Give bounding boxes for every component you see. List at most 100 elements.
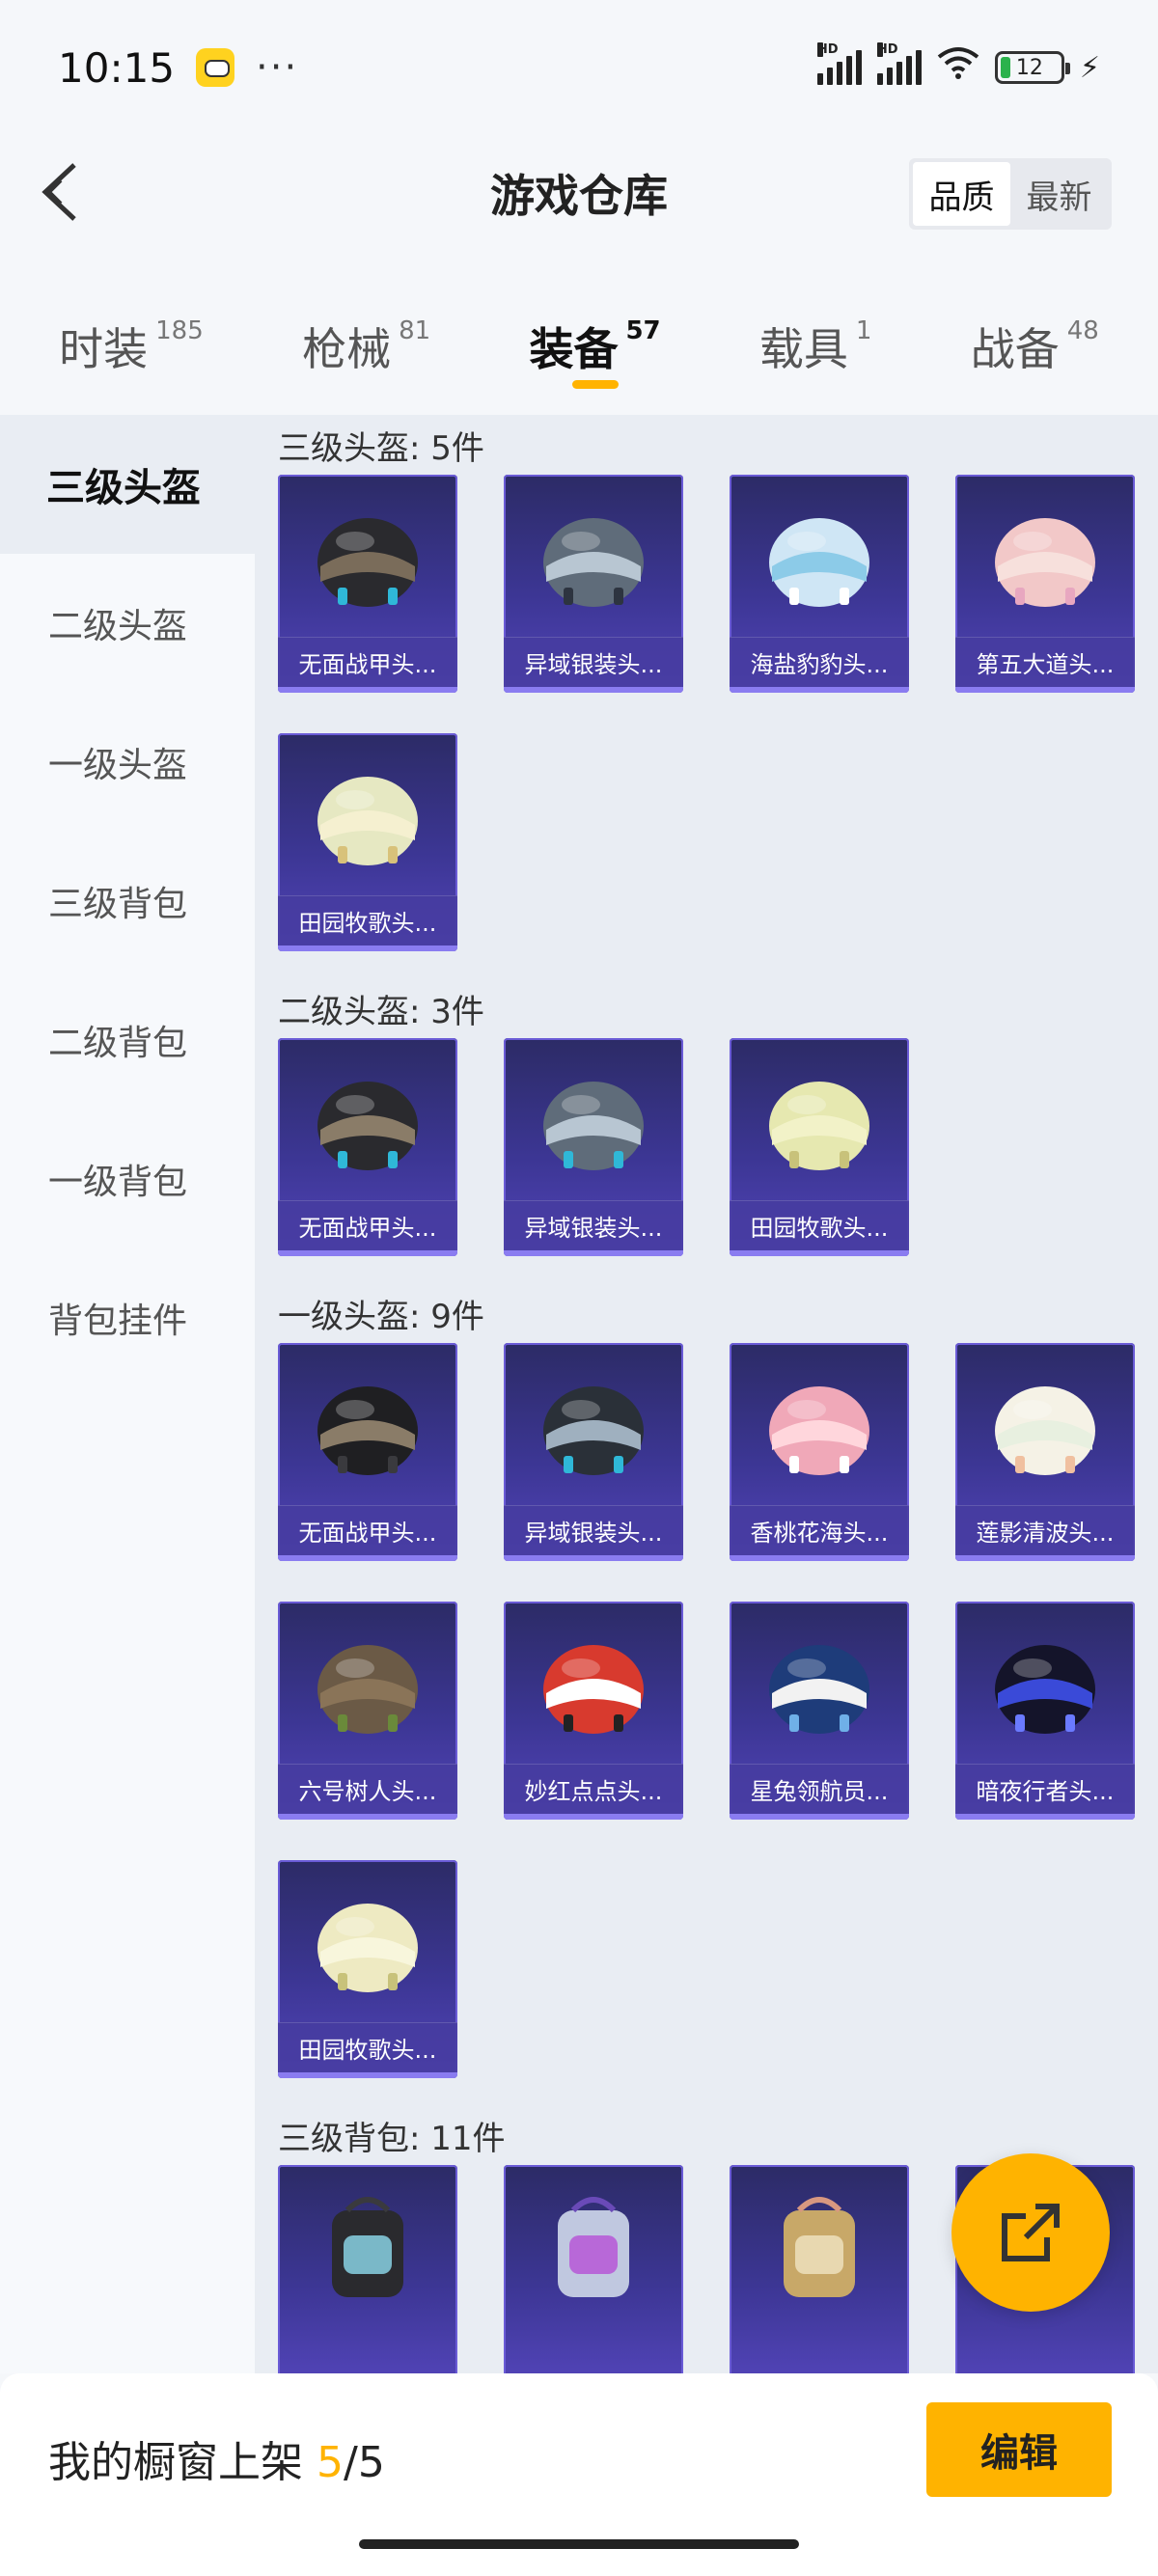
item-card[interactable] xyxy=(504,2165,683,2373)
helmet-image xyxy=(955,484,1135,629)
item-card[interactable]: 暗夜行者头... xyxy=(955,1602,1135,1820)
item-list: 三级头盔: 5件无面战甲头... 异域银装头... 海盐豹豹头... 第五大道头...… xyxy=(255,415,1158,2373)
item-card[interactable]: 无面战甲头... xyxy=(278,475,457,693)
item-name: 暗夜行者头... xyxy=(955,1764,1135,1814)
item-name: 第五大道头... xyxy=(955,637,1135,687)
tab-count: 1 xyxy=(855,316,872,345)
item-name: 六号树人头... xyxy=(278,1764,457,1814)
helmet-image xyxy=(278,1611,457,1756)
item-name: 无面战甲头... xyxy=(278,1505,457,1555)
item-grid: 无面战甲头... 异域银装头... 海盐豹豹头... 第五大道头... 田园牧歌头... xyxy=(278,475,1158,951)
item-card[interactable]: 海盐豹豹头... xyxy=(730,475,909,693)
tab-count: 185 xyxy=(155,316,204,345)
share-button[interactable] xyxy=(951,2153,1110,2312)
edit-button[interactable]: 编辑 xyxy=(926,2402,1112,2497)
sort-toggle: 品质 最新 xyxy=(909,158,1112,230)
section-title: 二级头盔: 3件 xyxy=(278,992,484,1031)
backpack-image xyxy=(278,2175,457,2319)
charging-icon: ⚡ xyxy=(1079,50,1100,85)
tab-equipment[interactable]: 装备 57 xyxy=(529,280,661,415)
tab-count: 57 xyxy=(625,316,661,345)
item-name: 异域银装头... xyxy=(504,1200,683,1250)
section-title: 三级头盔: 5件 xyxy=(278,428,484,468)
helmet-image xyxy=(278,1870,457,2014)
shelf-label: 我的橱窗上架 xyxy=(48,2438,303,2487)
sidebar-item-level3-backpack[interactable]: 三级背包 xyxy=(0,832,255,971)
external-link-icon xyxy=(1002,2204,1060,2261)
sidebar-item-level3-helmet[interactable]: 三级头盔 xyxy=(0,415,255,554)
item-name: 妙红点点头... xyxy=(504,1764,683,1814)
helmet-image xyxy=(730,484,909,629)
sidebar-item-level1-backpack[interactable]: 一级背包 xyxy=(0,1110,255,1248)
item-name: 海盐豹豹头... xyxy=(730,637,909,687)
tab-supplies[interactable]: 战备 48 xyxy=(971,280,1099,415)
item-card[interactable]: 异域银装头... xyxy=(504,1343,683,1561)
shelf-total-count: 5 xyxy=(357,2438,385,2487)
sort-by-newest-button[interactable]: 最新 xyxy=(1010,162,1108,226)
tab-vehicles[interactable]: 载具 1 xyxy=(759,280,872,415)
item-card[interactable]: 第五大道头... xyxy=(955,475,1135,693)
item-card[interactable]: 无面战甲头... xyxy=(278,1038,457,1256)
item-card[interactable]: 妙红点点头... xyxy=(504,1602,683,1820)
item-card[interactable]: 田园牧歌头... xyxy=(278,1860,457,2078)
battery-icon: 12 xyxy=(994,51,1070,84)
shelf-current-count: 5 xyxy=(317,2438,344,2487)
item-name: 香桃花海头... xyxy=(730,1505,909,1555)
item-name: 莲影清波头... xyxy=(955,1505,1135,1555)
header: 游戏仓库 品质 最新 xyxy=(0,135,1158,251)
helmet-image xyxy=(955,1353,1135,1497)
item-card[interactable]: 无面战甲头... xyxy=(278,1343,457,1561)
item-name: 异域银装头... xyxy=(504,1505,683,1555)
chevron-left-icon xyxy=(41,163,76,221)
item-card[interactable] xyxy=(730,2165,909,2373)
helmet-image xyxy=(730,1048,909,1192)
shelf-separator: / xyxy=(344,2438,358,2487)
item-card[interactable]: 莲影清波头... xyxy=(955,1343,1135,1561)
page-title: 游戏仓库 xyxy=(490,170,668,222)
helmet-image xyxy=(278,484,457,629)
item-name: 异域银装头... xyxy=(504,637,683,687)
helmet-image xyxy=(278,1048,457,1192)
bottom-bar: 我的橱窗上架 5/5 编辑 xyxy=(0,2373,1158,2576)
helmet-image xyxy=(278,743,457,888)
status-bar: 10:15 ··· HD HD 12 ⚡ xyxy=(0,0,1158,135)
helmet-image xyxy=(504,484,683,629)
item-card[interactable]: 香桃花海头... xyxy=(730,1343,909,1561)
signal-icon: HD xyxy=(816,42,862,85)
tab-active-indicator xyxy=(571,380,619,389)
item-card[interactable]: 六号树人头... xyxy=(278,1602,457,1820)
item-card[interactable]: 田园牧歌头... xyxy=(278,733,457,951)
section-title: 一级头盔: 9件 xyxy=(278,1297,484,1336)
sidebar-item-level2-backpack[interactable]: 二级背包 xyxy=(0,971,255,1110)
tab-count: 81 xyxy=(399,316,431,345)
sort-by-quality-button[interactable]: 品质 xyxy=(913,162,1010,226)
tab-count: 48 xyxy=(1066,316,1099,345)
status-indicators: HD HD 12 ⚡ xyxy=(816,42,1100,90)
helmet-image xyxy=(504,1353,683,1497)
tab-label: 枪械 xyxy=(302,323,392,375)
item-card[interactable]: 异域银装头... xyxy=(504,1038,683,1256)
item-name: 田园牧歌头... xyxy=(278,895,457,945)
item-card[interactable]: 田园牧歌头... xyxy=(730,1038,909,1256)
battery-level: 12 xyxy=(1015,55,1043,80)
back-button[interactable] xyxy=(25,158,93,226)
sidebar-item-level2-helmet[interactable]: 二级头盔 xyxy=(0,554,255,693)
tab-label: 时装 xyxy=(59,323,149,375)
tab-weapons[interactable]: 枪械 81 xyxy=(302,280,430,415)
app-notification-icon xyxy=(196,48,235,87)
category-tabs: 时装 185 枪械 81 装备 57 载具 1 战备 48 xyxy=(0,280,1158,415)
item-name: 无面战甲头... xyxy=(278,637,457,687)
tab-outfit[interactable]: 时装 185 xyxy=(59,280,204,415)
wifi-icon xyxy=(937,45,979,90)
item-grid: 无面战甲头... 异域银装头... 田园牧歌头... xyxy=(278,1038,1158,1256)
tab-label: 装备 xyxy=(529,323,619,375)
item-card[interactable] xyxy=(278,2165,457,2373)
item-card[interactable]: 星兔领航员... xyxy=(730,1602,909,1820)
backpack-image xyxy=(730,2175,909,2319)
helmet-image xyxy=(955,1611,1135,1756)
sidebar: 三级头盔 二级头盔 一级头盔 三级背包 二级背包 一级背包 背包挂件 xyxy=(0,415,255,2373)
sidebar-item-backpack-pendant[interactable]: 背包挂件 xyxy=(0,1248,255,1387)
sidebar-item-level1-helmet[interactable]: 一级头盔 xyxy=(0,693,255,832)
home-indicator[interactable] xyxy=(359,2539,799,2549)
item-card[interactable]: 异域银装头... xyxy=(504,475,683,693)
